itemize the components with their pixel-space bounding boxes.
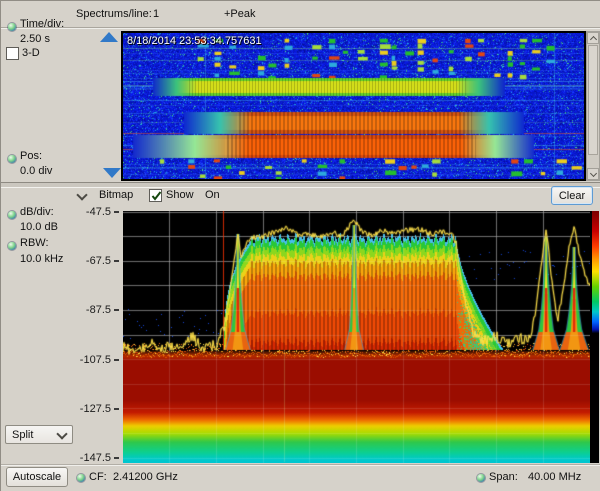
dbdiv-value[interactable]: 10.0 dB (20, 221, 58, 233)
autoscale-button[interactable]: Autoscale (6, 467, 68, 487)
split-view-dropdown-value: Split (12, 429, 33, 441)
toolbar-divider (1, 27, 600, 29)
spectrum-analyzer-window: Spectrums/line: 1 +Peak Time/div: 2.50 s… (0, 0, 600, 491)
show-checkbox[interactable] (149, 189, 162, 202)
scroll-down-button[interactable] (587, 168, 599, 180)
spectrogram-timestamp: 8/18/2014 23:53:34.757631 (127, 35, 262, 47)
y-axis-label: -67.5 (59, 255, 111, 267)
cf-orb-icon (77, 474, 85, 482)
detector-mode-label[interactable]: +Peak (224, 8, 256, 20)
density-colorbar (592, 211, 599, 463)
spectrogram-scrollbar[interactable] (586, 31, 600, 181)
pos-orb-icon (8, 155, 16, 163)
pos-label: Pos: (20, 150, 42, 162)
show-label: Show (166, 189, 194, 201)
span-value[interactable]: 40.00 MHz (528, 471, 581, 483)
rbw-label: RBW: (20, 237, 49, 249)
bitmap-label: Bitmap (99, 189, 133, 201)
threed-label: 3-D (22, 47, 40, 59)
cf-label: CF: (89, 471, 107, 483)
span-orb-icon (477, 474, 485, 482)
cf-value[interactable]: 2.41200 GHz (113, 471, 178, 483)
chevron-down-icon (590, 170, 597, 177)
density-colorbar-frame (590, 211, 599, 463)
time-div-value[interactable]: 2.50 s (20, 33, 50, 45)
scroll-up-button[interactable] (587, 32, 599, 44)
y-axis-label: -127.5 (59, 403, 111, 415)
pane-splitter[interactable] (1, 182, 600, 188)
rbw-value[interactable]: 10.0 kHz (20, 253, 63, 265)
scrollbar-thumb[interactable] (588, 45, 598, 155)
y-axis-tick (114, 359, 119, 361)
clear-button-label: Clear (559, 190, 585, 202)
spectrogram-top-marker[interactable] (100, 32, 118, 42)
collapse-chevron-icon[interactable] (76, 189, 87, 200)
time-div-label: Time/div: (20, 18, 64, 30)
span-label: Span: (489, 471, 518, 483)
spectrum-canvas (123, 211, 590, 463)
dbdiv-orb-icon (8, 211, 16, 219)
y-axis-tick (114, 211, 119, 213)
time-div-orb-icon (8, 23, 16, 31)
y-axis-tick (114, 260, 119, 262)
y-axis-tick (114, 309, 119, 311)
chevron-down-icon (56, 428, 67, 439)
split-view-dropdown[interactable]: Split (5, 425, 73, 444)
y-axis-label: -107.5 (59, 354, 111, 366)
y-axis-label: -47.5 (59, 206, 111, 218)
spectrogram-display: 8/18/2014 23:53:34.757631 (121, 31, 586, 181)
y-axis-tick (114, 457, 119, 459)
pos-value[interactable]: 0.0 div (20, 165, 52, 177)
spectrums-per-line-label: Spectrums/line: (76, 8, 152, 20)
clear-button[interactable]: Clear (551, 186, 593, 205)
chevron-up-icon (590, 36, 597, 43)
y-axis-label: -147.5 (59, 452, 111, 464)
bottom-divider (1, 464, 600, 466)
rbw-orb-icon (8, 242, 16, 250)
y-axis-label: -87.5 (59, 304, 111, 316)
dbdiv-label: dB/div: (20, 206, 54, 218)
show-state-label: On (205, 189, 220, 201)
y-axis-tick (114, 408, 119, 410)
checkmark-icon (150, 189, 163, 202)
spectrogram-canvas (123, 33, 584, 179)
spectrums-per-line-value[interactable]: 1 (153, 8, 159, 20)
spectrogram-bottom-marker[interactable] (103, 168, 121, 178)
autoscale-button-label: Autoscale (13, 471, 61, 483)
threed-checkbox[interactable] (6, 47, 19, 60)
